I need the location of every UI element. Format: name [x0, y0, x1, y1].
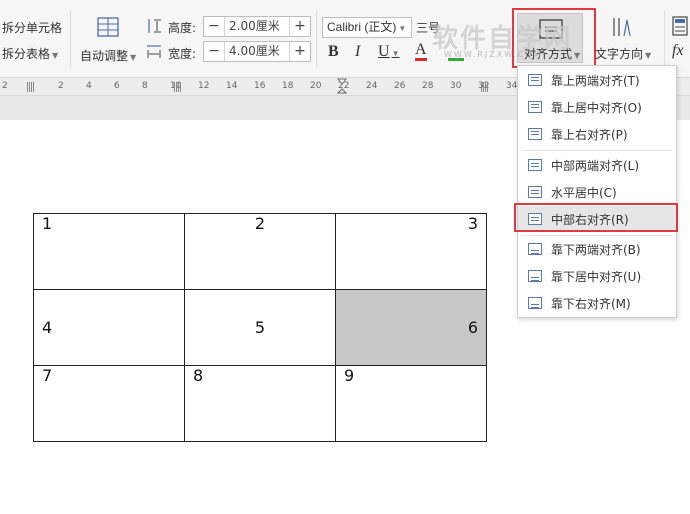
menu-item-top-center[interactable]: 靠上居中对齐(O) [518, 94, 676, 120]
table-row: 4 5 6 [33, 289, 487, 366]
auto-adjust-button[interactable]: 自动调整 ▼ [80, 14, 140, 68]
ruler-number: 26 [394, 81, 406, 91]
menu-item-top-right[interactable]: 靠上右对齐(P) [518, 121, 676, 147]
column-width-icon [147, 45, 161, 58]
font-name-select[interactable]: Calibri (正文) ▼ [322, 17, 412, 38]
table-cell[interactable]: 7 [33, 365, 185, 442]
table-cell[interactable]: 8 [184, 365, 336, 442]
align-bottom-center-icon [528, 270, 542, 282]
height-increase-button[interactable]: + [290, 17, 310, 36]
align-middle-justify-icon [528, 159, 542, 171]
height-decrease-button[interactable]: − [204, 17, 224, 36]
width-value-field[interactable]: 4.00厘米 [224, 42, 290, 61]
menu-item-highlight [514, 203, 678, 232]
table-cell[interactable]: 3 [335, 213, 487, 290]
divider [70, 10, 71, 68]
ruler-number: 30 [450, 81, 462, 91]
height-label: 高度: [168, 21, 197, 35]
font-color-button[interactable]: A [415, 42, 427, 61]
ruler-number: 20 [310, 81, 322, 91]
split-table-label: 拆分表格 [2, 47, 51, 61]
ruler-number: 28 [422, 81, 434, 91]
ruler-number: 12 [198, 81, 210, 91]
divider [664, 10, 665, 68]
table-cell[interactable]: 4 [33, 289, 185, 366]
menu-item-bottom-right[interactable]: 靠下右对齐(M) [518, 290, 676, 316]
align-top-center-icon [528, 101, 542, 113]
alignment-menu: 靠上两端对齐(T) 靠上居中对齐(O) 靠上右对齐(P) 中部两端对齐(L) 水… [517, 65, 677, 318]
calculator-icon [672, 16, 688, 36]
watermark-url: WWW.RJZXW.COM [444, 50, 543, 59]
ruler-number: 2 [2, 81, 8, 91]
width-increase-button[interactable]: + [290, 42, 310, 61]
table-row: 1 2 3 [33, 213, 487, 290]
italic-button[interactable]: I [355, 43, 360, 61]
underline-button[interactable]: U ▼ [378, 43, 399, 61]
width-label: 宽度: [168, 47, 197, 61]
ruler-number: 24 [366, 81, 378, 91]
text-direction-button[interactable]: 文字方向 ▼ [595, 45, 651, 62]
chevron-down-icon: ▼ [398, 24, 407, 33]
ruler-number: 16 [254, 81, 266, 91]
align-bottom-justify-icon [528, 243, 542, 255]
row-height-icon [148, 19, 161, 33]
align-top-right-icon [528, 128, 542, 140]
ruler-number: 14 [226, 81, 238, 91]
menu-item-bottom-justify[interactable]: 靠下两端对齐(B) [518, 236, 676, 262]
formula-button[interactable]: fx [672, 42, 684, 60]
chevron-down-icon: ▼ [645, 51, 652, 60]
chevron-down-icon: ▼ [52, 51, 59, 60]
ruler-number: 34 [506, 81, 518, 91]
height-value-field[interactable]: 2.00厘米 [224, 17, 290, 36]
width-stepper[interactable]: − 4.00厘米 + [203, 41, 311, 62]
menu-item-middle-justify[interactable]: 中部两端对齐(L) [518, 152, 676, 178]
chevron-down-icon: ▼ [391, 49, 400, 58]
height-stepper[interactable]: − 2.00厘米 + [203, 16, 311, 37]
menu-item-bottom-center[interactable]: 靠下居中对齐(U) [518, 263, 676, 289]
divider [316, 10, 317, 68]
ruler-marker[interactable] [481, 82, 489, 92]
ruler-number: 18 [282, 81, 294, 91]
document-table[interactable]: 1 2 3 4 5 6 7 8 9 [33, 213, 487, 442]
table-cell-selected[interactable]: 6 [335, 289, 487, 366]
ruler-number: 2 [58, 81, 64, 91]
text-direction-label: 文字方向 [595, 47, 644, 61]
table-cell[interactable]: 1 [33, 213, 185, 290]
ruler-number: 8 [142, 81, 148, 91]
split-cell-label: 拆分单元格 [2, 21, 63, 35]
underline-label: U [378, 43, 390, 60]
split-cell-button[interactable]: 拆分单元格 [2, 19, 62, 36]
menu-divider [522, 150, 672, 151]
width-decrease-button[interactable]: − [204, 42, 224, 61]
menu-item-top-justify[interactable]: 靠上两端对齐(T) [518, 67, 676, 93]
align-bottom-right-icon [528, 297, 542, 309]
split-table-button[interactable]: 拆分表格 ▼ [2, 45, 58, 62]
bold-button[interactable]: B [328, 43, 339, 61]
ruler-marker[interactable] [27, 82, 35, 92]
table-grid-icon [97, 17, 119, 37]
table-cell[interactable]: 9 [335, 365, 487, 442]
chevron-down-icon: ▼ [130, 53, 137, 62]
font-name-value: Calibri (正文) [327, 20, 397, 34]
indent-marker-icon[interactable] [337, 78, 347, 96]
table-cell[interactable]: 5 [184, 289, 336, 366]
text-direction-icon [613, 18, 631, 37]
ruler-marker[interactable] [174, 82, 182, 92]
align-middle-center-icon [528, 186, 542, 198]
align-top-justify-icon [528, 74, 542, 86]
table-row: 7 8 9 [33, 365, 487, 442]
ruler-number: 6 [114, 81, 120, 91]
auto-adjust-label: 自动调整 [80, 49, 129, 63]
menu-item-middle-center[interactable]: 水平居中(C) [518, 179, 676, 205]
ruler-number: 4 [86, 81, 92, 91]
table-cell[interactable]: 2 [184, 213, 336, 290]
